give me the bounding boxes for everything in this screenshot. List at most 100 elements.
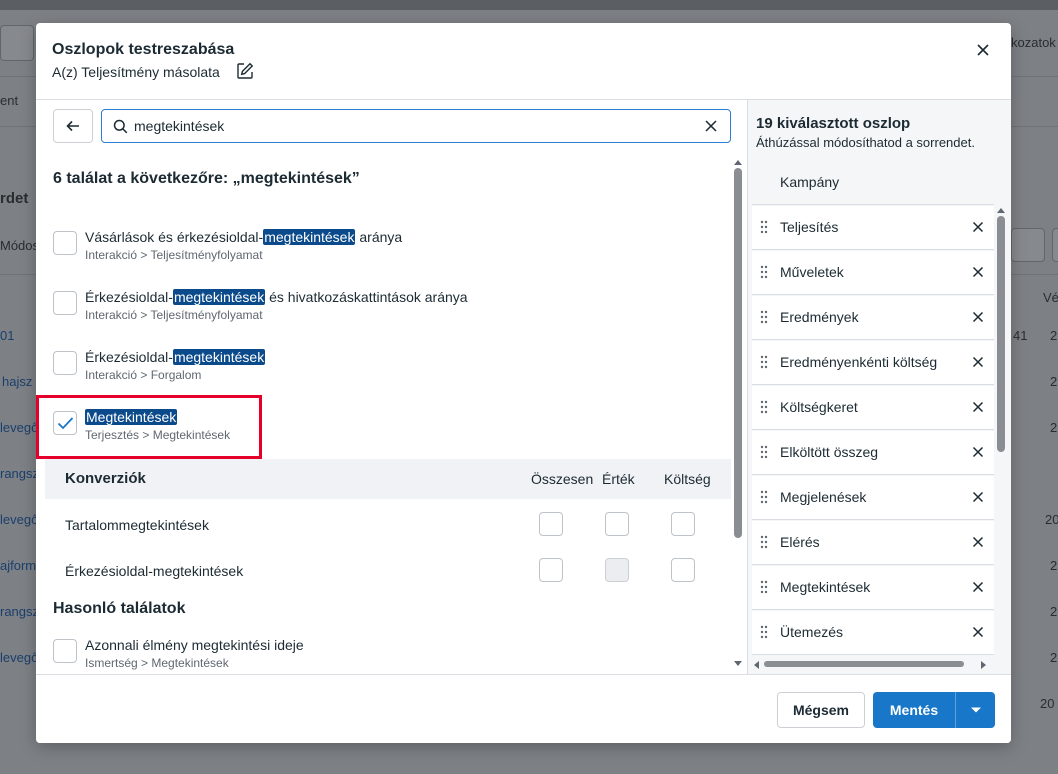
background-topbar xyxy=(0,0,1058,10)
selected-column-item[interactable]: Elérés xyxy=(752,521,994,565)
column-label: Műveletek xyxy=(780,264,844,280)
background-link: levegő xyxy=(0,650,39,665)
remove-column-icon[interactable] xyxy=(972,536,984,548)
result-category-path: Interakció > Teljesítményfolyamat xyxy=(85,308,263,322)
result-item[interactable]: Vásárlások és érkezésioldal-megtekintése… xyxy=(53,227,713,277)
dialog-subtitle: A(z) Teljesítmény másolata xyxy=(52,64,220,80)
results-scrollbar[interactable] xyxy=(732,158,744,672)
drag-handle-icon[interactable] xyxy=(760,580,768,594)
selected-column-item[interactable]: Megjelenések xyxy=(752,476,994,520)
scroll-down-icon[interactable] xyxy=(733,660,743,668)
horizontal-scrollbar-thumb[interactable] xyxy=(764,661,964,667)
scroll-right-icon[interactable] xyxy=(980,660,988,670)
conversion-label: Tartalommegtekintések xyxy=(65,517,209,533)
drag-handle-icon[interactable] xyxy=(760,535,768,549)
conversion-cost-checkbox[interactable] xyxy=(671,558,695,582)
conversions-column-total: Összesen xyxy=(531,471,594,487)
result-item[interactable]: Érkezésioldal-megtekintések és hivatkozá… xyxy=(53,287,713,337)
remove-column-icon[interactable] xyxy=(972,626,984,638)
clear-search-icon[interactable] xyxy=(703,118,719,134)
result-title: Érkezésioldal-megtekintések xyxy=(85,349,266,365)
background-link: rangsz xyxy=(0,466,40,481)
background-link: rangsz xyxy=(0,604,40,619)
selected-columns-scrollbar[interactable] xyxy=(995,180,1007,660)
result-title: Érkezésioldal-megtekintések és hivatkozá… xyxy=(85,289,468,305)
remove-column-icon[interactable] xyxy=(972,401,984,413)
drag-handle-icon[interactable] xyxy=(760,400,768,414)
close-icon[interactable] xyxy=(972,39,994,61)
conversion-cost-checkbox[interactable] xyxy=(671,512,695,536)
column-label: Teljesítés xyxy=(780,219,839,235)
result-item[interactable]: Érkezésioldal-megtekintések Interakció >… xyxy=(53,347,713,397)
column-label: Elköltött összeg xyxy=(780,444,879,460)
search-highlight: megtekintések xyxy=(172,349,266,365)
scroll-up-icon[interactable] xyxy=(733,158,743,166)
remove-column-icon[interactable] xyxy=(972,446,984,458)
selected-column-item[interactable]: Eredményenkénti költség xyxy=(752,341,994,385)
selected-column-item[interactable]: Teljesítés xyxy=(752,206,994,250)
background-text: kozatok xyxy=(1011,35,1056,50)
selected-column-item[interactable]: Elköltött összeg xyxy=(752,431,994,475)
selected-columns-subtitle: Áthúzással módosíthatod a sorrendet. xyxy=(756,135,975,150)
conversions-column-cost: Költség xyxy=(664,471,711,487)
drag-handle-icon[interactable] xyxy=(760,490,768,504)
result-checkbox[interactable] xyxy=(53,351,77,375)
selected-column-item[interactable]: Ütemezés xyxy=(752,611,994,655)
conversion-row: Érkezésioldal-megtekintések xyxy=(45,549,731,595)
search-highlight: megtekintések xyxy=(263,229,356,245)
scrollbar-thumb[interactable] xyxy=(997,216,1005,452)
selected-column-item[interactable]: Eredmények xyxy=(752,296,994,340)
background-text: 20 xyxy=(1045,512,1058,527)
selected-columns-panel: 19 kiválasztott oszlop Áthúzással módosí… xyxy=(748,100,1011,674)
drag-handle-icon[interactable] xyxy=(760,265,768,279)
result-category-path: Ismertség > Megtekintések xyxy=(85,656,229,670)
scroll-left-icon[interactable] xyxy=(752,660,760,670)
background-text: Módos xyxy=(0,238,40,253)
drag-handle-icon[interactable] xyxy=(760,445,768,459)
back-button[interactable] xyxy=(53,109,93,143)
save-options-dropdown[interactable] xyxy=(955,692,995,728)
drag-handle-icon[interactable] xyxy=(760,220,768,234)
remove-column-icon[interactable] xyxy=(972,581,984,593)
conversion-row: Tartalommegtekintések xyxy=(45,503,731,549)
dialog-footer: Mégsem Mentés xyxy=(36,674,1011,743)
remove-column-icon[interactable] xyxy=(972,221,984,233)
edit-pencil-icon[interactable] xyxy=(236,62,254,80)
background-text: 2 xyxy=(1050,420,1058,435)
conversion-total-checkbox[interactable] xyxy=(539,512,563,536)
background-text: 2 xyxy=(1050,374,1058,389)
save-button[interactable]: Mentés xyxy=(873,692,955,728)
drag-handle-icon[interactable] xyxy=(760,310,768,324)
selected-column-item[interactable]: Költségkeret xyxy=(752,386,994,430)
caret-down-icon xyxy=(970,707,981,713)
remove-column-icon[interactable] xyxy=(972,266,984,278)
selected-column-item[interactable]: Műveletek xyxy=(752,251,994,295)
scroll-up-icon[interactable] xyxy=(996,206,1006,214)
result-category-path: Interakció > Forgalom xyxy=(85,368,202,382)
background-text: Vé xyxy=(1043,290,1058,305)
selected-column-fixed: Kampány xyxy=(752,161,994,205)
conversion-value-checkbox[interactable] xyxy=(605,512,629,536)
column-label: Kampány xyxy=(780,174,840,190)
search-icon xyxy=(113,119,128,134)
remove-column-icon[interactable] xyxy=(972,311,984,323)
remove-column-icon[interactable] xyxy=(972,356,984,368)
horizontal-scrollbar[interactable] xyxy=(752,658,994,670)
column-label: Elérés xyxy=(780,534,820,550)
result-checkbox[interactable] xyxy=(53,231,77,255)
selected-columns-title: 19 kiválasztott oszlop xyxy=(756,115,911,132)
background-text: 2 xyxy=(1050,328,1058,343)
scrollbar-thumb[interactable] xyxy=(734,168,742,538)
customize-columns-dialog: Oszlopok testreszabása A(z) Teljesítmény… xyxy=(36,23,1011,743)
drag-handle-icon[interactable] xyxy=(760,625,768,639)
result-checkbox[interactable] xyxy=(53,291,77,315)
column-label: Eredményenkénti költség xyxy=(780,354,938,370)
drag-handle-icon[interactable] xyxy=(760,355,768,369)
search-input[interactable] xyxy=(134,114,694,138)
conversion-total-checkbox[interactable] xyxy=(539,558,563,582)
remove-column-icon[interactable] xyxy=(972,491,984,503)
cancel-button[interactable]: Mégsem xyxy=(777,692,865,728)
selected-column-item[interactable]: Megtekintések xyxy=(752,566,994,610)
result-checkbox[interactable] xyxy=(53,639,77,663)
background-text: ent xyxy=(0,93,19,108)
